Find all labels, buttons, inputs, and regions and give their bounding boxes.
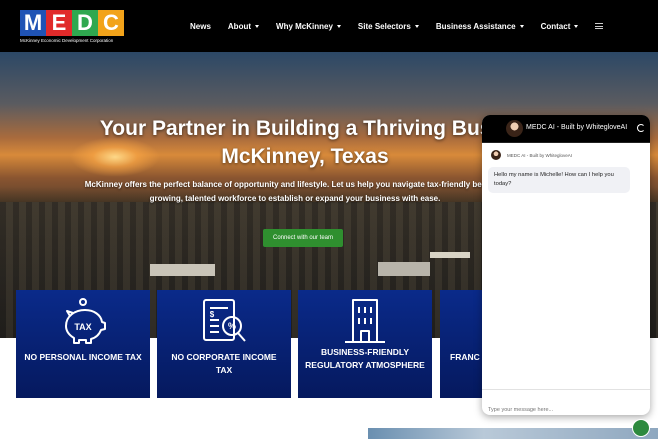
message-sender: MEDC AI - Built by WhitegloveAI <box>507 152 573 158</box>
building-photo <box>368 428 658 439</box>
card-no-personal-income-tax[interactable]: TAX NO PERSONAL INCOME TAX <box>16 290 150 398</box>
nav-label: Site Selectors <box>357 21 411 31</box>
piggy-bank-tax-icon: TAX <box>65 298 106 344</box>
logo-subtitle: McKinney Economic Development Corporatio… <box>20 38 114 43</box>
chevron-down-icon <box>414 24 419 28</box>
tax-calculator-icon: % $ <box>203 299 246 342</box>
nav-item-about[interactable]: About <box>227 21 260 31</box>
connect-with-team-button[interactable]: Connect with our team <box>263 229 343 247</box>
chevron-down-icon <box>255 24 260 28</box>
nav-item-business-assistance[interactable]: Business Assistance <box>436 22 524 31</box>
hamburger-icon[interactable] <box>595 23 604 29</box>
nav-label: Business Assistance <box>435 21 516 31</box>
nav-item-why-mckinney[interactable]: Why McKinney <box>276 22 341 31</box>
logo-letter-e: E <box>46 10 72 36</box>
chat-widget: MEDC AI - Built by WhitegloveAI MEDC AI … <box>482 115 650 415</box>
nav-item-site-selectors[interactable]: Site Selectors <box>358 22 419 31</box>
chevron-down-icon <box>336 24 341 28</box>
sender-avatar <box>491 150 501 160</box>
chatbot-avatar <box>506 120 523 137</box>
chat-launcher-icon[interactable] <box>632 419 650 437</box>
logo-letter-d: D <box>72 10 98 36</box>
site-header: M E D C McKinney Economic Development Co… <box>0 0 658 52</box>
nav-label: Contact <box>540 21 571 31</box>
chat-header: MEDC AI - Built by WhitegloveAI <box>482 115 650 143</box>
chat-message-input[interactable] <box>488 407 638 413</box>
hero-text-line-1: McKinney offers the perfect balance of o… <box>84 180 506 189</box>
card-business-friendly-regulatory[interactable]: BUSINESS-FRIENDLY REGULATORY ATMOSPHERE <box>298 290 432 398</box>
card-label: BUSINESS-FRIENDLY REGULATORY ATMOSPHERE <box>305 347 425 370</box>
card-label: NO CORPORATE INCOME TAX <box>171 352 277 375</box>
nav-item-contact[interactable]: Contact <box>541 22 579 31</box>
hero-text-line-2: growing, talented workforce to establish… <box>149 194 441 203</box>
chat-message-bubble: Hello my name is Michelle! How can I hel… <box>488 167 630 193</box>
nav-item-news[interactable]: News <box>190 22 211 31</box>
nav-label: About <box>227 21 252 31</box>
chat-input-area <box>482 389 650 415</box>
card-label: NO PERSONAL INCOME TAX <box>24 352 142 362</box>
main-nav: News About Why McKinney Site Selectors B… <box>190 0 604 52</box>
logo-letter-m: M <box>20 10 46 36</box>
message-meta: MEDC AI - Built by WhitegloveAI <box>491 150 572 160</box>
office-building-icon <box>345 299 385 343</box>
nav-label: News <box>190 21 211 31</box>
svg-text:%: % <box>228 321 236 331</box>
svg-text:$: $ <box>210 310 215 319</box>
medc-logo[interactable]: M E D C McKinney Economic Development Co… <box>20 10 124 46</box>
card-no-corporate-income-tax[interactable]: % $ NO CORPORATE INCOME TAX <box>157 290 291 398</box>
chat-title: MEDC AI - Built by WhitegloveAI <box>526 124 628 131</box>
refresh-icon[interactable] <box>637 124 645 132</box>
svg-text:TAX: TAX <box>74 322 91 332</box>
logo-letter-c: C <box>98 10 124 36</box>
chevron-down-icon <box>519 24 524 28</box>
nav-label: Why McKinney <box>276 21 333 31</box>
chevron-down-icon <box>574 24 579 28</box>
